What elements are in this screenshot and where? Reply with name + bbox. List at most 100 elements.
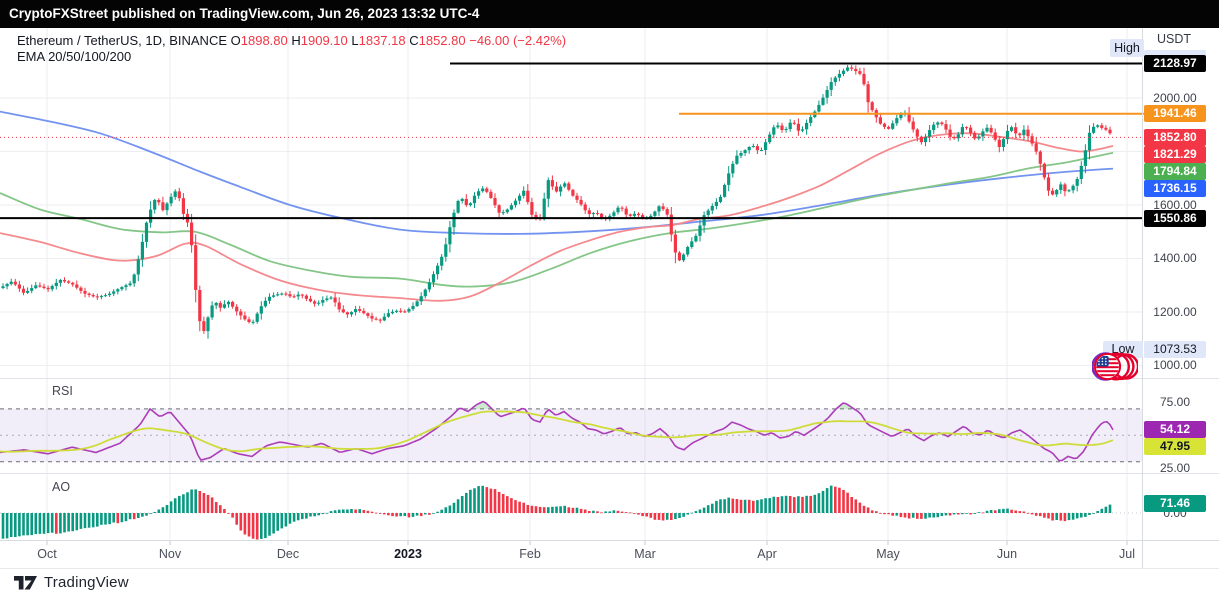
ao-bar bbox=[780, 496, 784, 513]
candle-body bbox=[202, 321, 206, 331]
candle-body bbox=[210, 305, 214, 318]
candle-body bbox=[993, 132, 997, 140]
candle-body bbox=[485, 188, 489, 192]
candle-body bbox=[206, 317, 210, 332]
ao-bar bbox=[563, 505, 566, 513]
candle-body bbox=[567, 183, 571, 190]
ao-bar bbox=[132, 513, 136, 520]
ohlc-key: O bbox=[230, 33, 241, 48]
ao-bar bbox=[1034, 513, 1038, 516]
ao-bar bbox=[928, 513, 931, 518]
ao-bar bbox=[182, 494, 185, 513]
candle-body bbox=[464, 198, 468, 206]
candle-body bbox=[317, 302, 321, 304]
ao-bar bbox=[891, 513, 894, 516]
ao-bar bbox=[998, 509, 1001, 513]
ohlc-key: L bbox=[347, 33, 359, 48]
candle-body bbox=[895, 118, 899, 124]
candle-body bbox=[772, 127, 776, 135]
ao-bar bbox=[756, 500, 759, 513]
indicator-legend[interactable]: EMA 20/50/100/200 bbox=[17, 49, 131, 64]
candle-body bbox=[382, 316, 386, 321]
ao-bar bbox=[842, 490, 845, 513]
candle-body bbox=[1001, 139, 1005, 147]
candle-body bbox=[714, 201, 718, 206]
candle-body bbox=[42, 286, 46, 288]
candle-body bbox=[354, 309, 358, 313]
candle-body bbox=[136, 259, 140, 275]
candle-body bbox=[436, 265, 440, 275]
candle-body bbox=[800, 129, 805, 131]
ao-bar bbox=[895, 513, 899, 516]
candle-body bbox=[386, 313, 390, 317]
ao-bar bbox=[747, 499, 751, 513]
ao-bar bbox=[477, 486, 480, 513]
candle-body bbox=[518, 195, 522, 201]
ao-bar bbox=[961, 513, 964, 515]
candle-body bbox=[600, 213, 604, 218]
candle-body bbox=[91, 295, 95, 297]
candle-body bbox=[1075, 179, 1079, 186]
ao-bar bbox=[186, 492, 189, 513]
candle-body bbox=[157, 200, 161, 203]
candle-body bbox=[997, 139, 1001, 147]
candle-body bbox=[509, 205, 513, 210]
ao-bar bbox=[743, 499, 747, 513]
chart-window: CryptoFXStreet published on TradingView.… bbox=[0, 0, 1219, 603]
candle-body bbox=[481, 188, 485, 192]
ao-bar bbox=[1010, 509, 1013, 513]
candle-body bbox=[493, 198, 497, 206]
candle-body bbox=[1108, 129, 1112, 134]
ao-bar bbox=[321, 513, 325, 515]
tradingview-attribution[interactable]: TradingView bbox=[14, 574, 129, 591]
candle-body bbox=[468, 203, 472, 206]
candle-body bbox=[144, 222, 149, 242]
candle-body bbox=[1038, 151, 1042, 164]
ao-pane[interactable] bbox=[0, 485, 1142, 540]
candle-body bbox=[694, 235, 698, 242]
ao-bar bbox=[797, 496, 800, 513]
ao-bar bbox=[448, 505, 452, 513]
candle-body bbox=[190, 222, 194, 246]
candle-body bbox=[472, 195, 477, 204]
ao-bar bbox=[469, 489, 472, 513]
candle-body bbox=[181, 198, 185, 214]
candle-body bbox=[936, 122, 940, 125]
candle-body bbox=[120, 287, 124, 290]
ao-bar bbox=[354, 509, 357, 513]
candle-body bbox=[79, 287, 83, 291]
candle-body bbox=[247, 319, 251, 322]
ao-bar bbox=[600, 512, 603, 514]
symbol-header[interactable]: Ethereum / TetherUS, 1D, BINANCE O1898.8… bbox=[17, 33, 566, 48]
ao-bar bbox=[71, 513, 74, 532]
price-pane[interactable] bbox=[0, 62, 1146, 339]
axis-label-75.00: 75.00 bbox=[1159, 394, 1191, 409]
ao-bar bbox=[206, 494, 210, 513]
price-badge-1550.86: 1550.86 bbox=[1144, 209, 1206, 227]
candle-body bbox=[243, 315, 247, 320]
ao-bar bbox=[944, 513, 948, 516]
ao-bar bbox=[137, 513, 140, 518]
candle-body bbox=[198, 290, 202, 322]
rsi-pane[interactable] bbox=[0, 400, 1142, 463]
ao-bar bbox=[210, 497, 214, 513]
ao-bar bbox=[772, 496, 776, 513]
candle-body bbox=[161, 202, 165, 211]
time-label-Mar: Mar bbox=[634, 547, 656, 561]
candle-body bbox=[960, 127, 964, 135]
ohlc-value: 1852.80 bbox=[418, 33, 466, 48]
candle-body bbox=[944, 124, 948, 130]
candle-body bbox=[1055, 190, 1059, 195]
candle-body bbox=[1018, 133, 1022, 136]
candle-body bbox=[747, 147, 751, 151]
time-axis[interactable] bbox=[0, 541, 1219, 568]
ao-bar bbox=[838, 487, 841, 513]
ao-bar bbox=[920, 513, 923, 519]
candle-body bbox=[149, 209, 153, 223]
candle-body bbox=[132, 274, 136, 284]
candle-body bbox=[985, 127, 989, 132]
candle-body bbox=[829, 82, 833, 90]
ao-bar bbox=[18, 513, 21, 537]
candle-body bbox=[739, 153, 743, 156]
candle-body bbox=[62, 280, 67, 282]
